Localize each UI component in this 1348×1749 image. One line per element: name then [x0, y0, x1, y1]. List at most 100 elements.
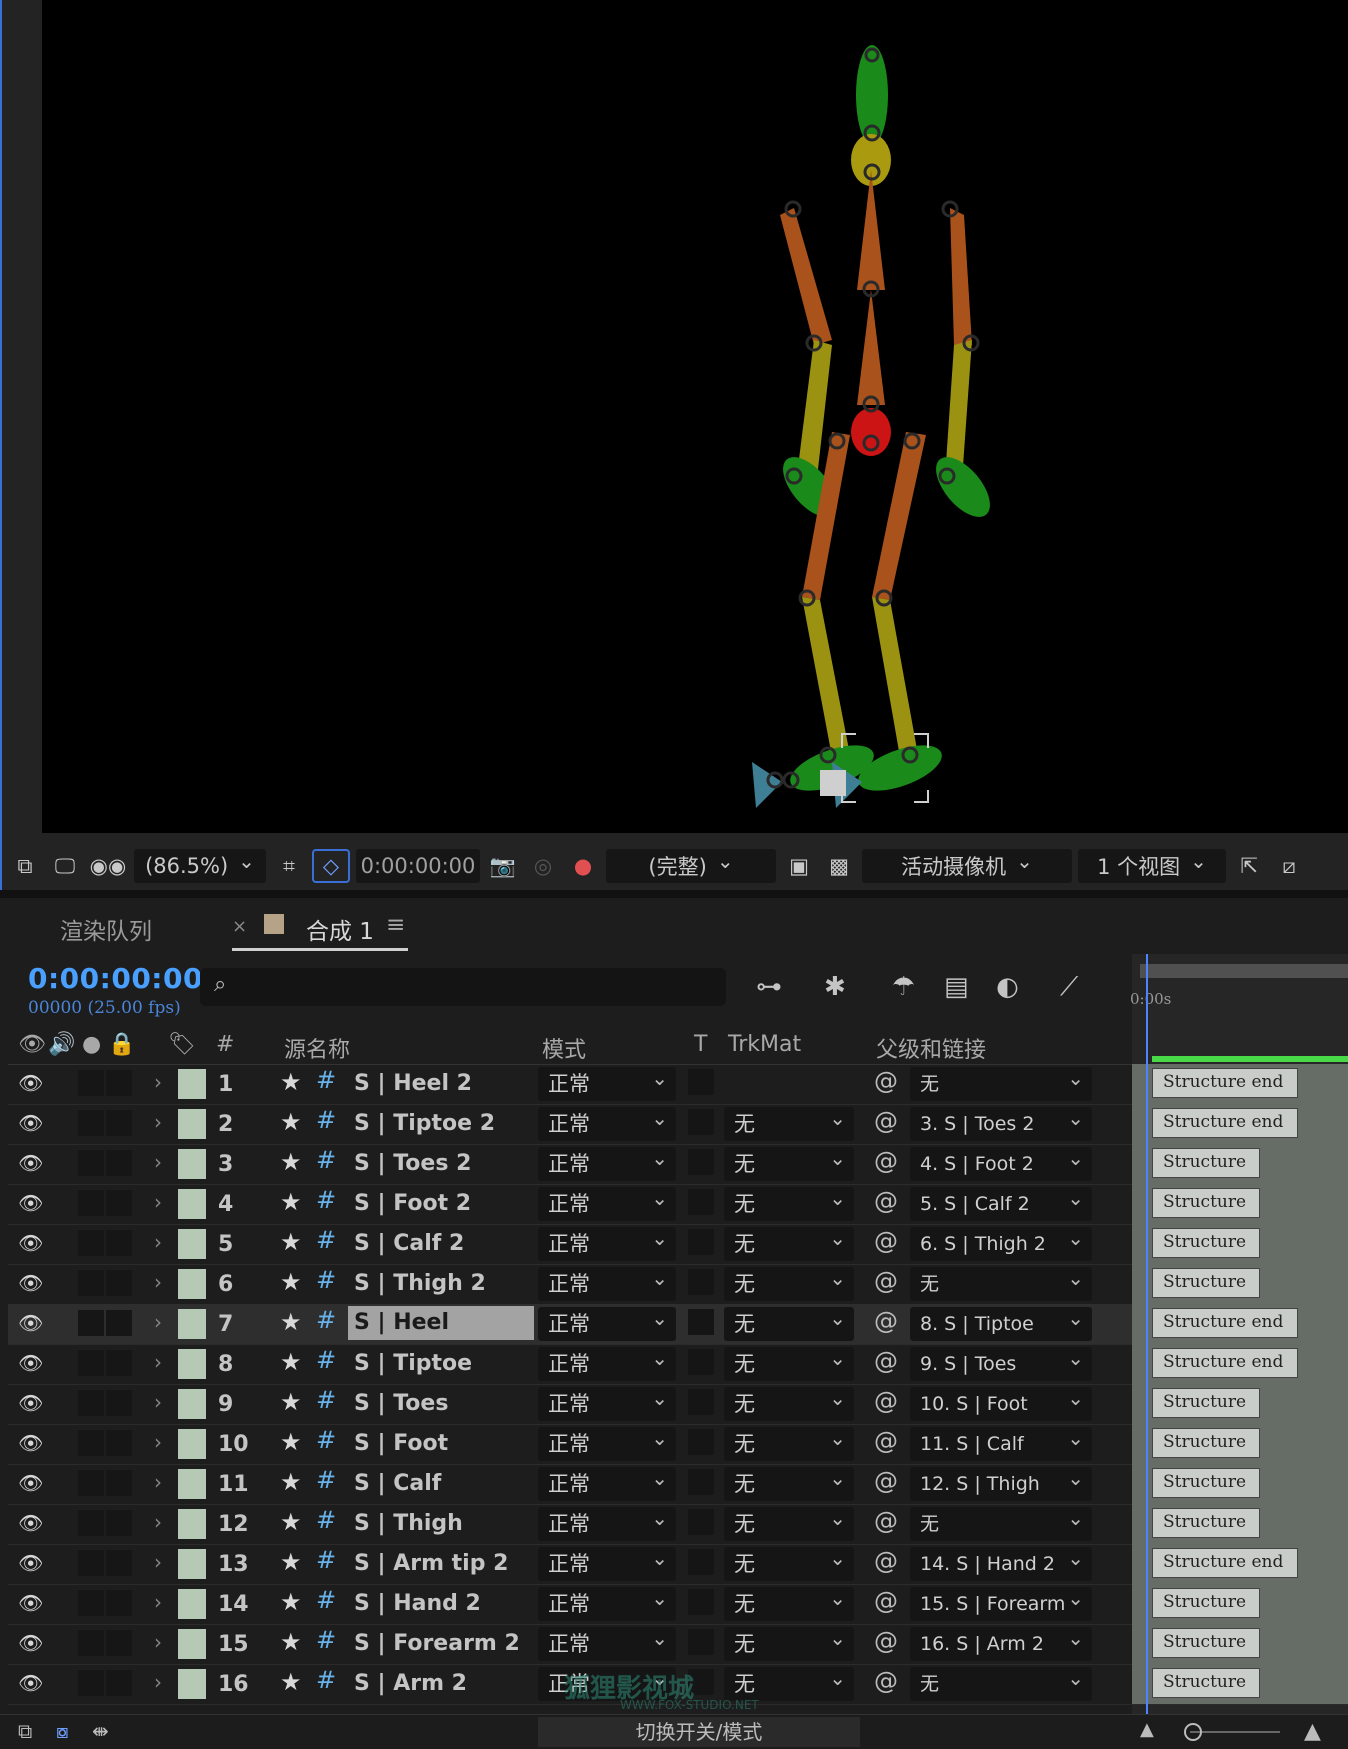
track-matte-dropdown[interactable]: 无 — [724, 1301, 854, 1341]
layer-duration-bar[interactable]: Structure end — [1132, 1544, 1348, 1585]
track-matte-dropdown[interactable]: 无 — [724, 1661, 854, 1701]
parent-dropdown[interactable]: 10. S | Foot — [910, 1381, 1092, 1421]
pick-whip-icon[interactable]: @ — [874, 1507, 898, 1535]
lock-toggle[interactable] — [106, 1230, 132, 1256]
lock-toggle[interactable] — [106, 1190, 132, 1216]
layer-duration-bar[interactable]: Structure — [1132, 1624, 1348, 1665]
blend-mode-dropdown[interactable]: 正常 — [538, 1461, 676, 1501]
label-color-swatch[interactable] — [178, 1269, 206, 1299]
layer-duration-bar[interactable]: Structure — [1132, 1384, 1348, 1425]
lock-toggle[interactable] — [106, 1470, 132, 1496]
viewer-timecode[interactable]: 0:00:00:00 — [356, 849, 480, 883]
star-icon[interactable]: ★ — [280, 1628, 302, 1656]
preserve-transparency-header[interactable]: T — [694, 1032, 707, 1057]
eye-icon[interactable]: 👁 — [18, 1111, 43, 1135]
layer-marker-label[interactable]: Structure — [1152, 1508, 1260, 1538]
track-matte-dropdown[interactable]: 无 — [724, 1621, 854, 1661]
channel-rgb-icon[interactable]: ● — [566, 849, 600, 883]
eye-icon[interactable]: 👁 — [18, 1231, 43, 1255]
layer-marker-label[interactable]: Structure — [1152, 1628, 1260, 1658]
solo-toggle[interactable] — [78, 1510, 104, 1536]
layer-name[interactable]: S | Tiptoe — [354, 1351, 472, 1376]
track-matte-dropdown[interactable]: 无 — [724, 1381, 854, 1421]
pick-whip-icon[interactable]: @ — [874, 1547, 898, 1575]
layer-duration-bar[interactable]: Structure — [1132, 1664, 1348, 1705]
preserve-transparency-toggle[interactable] — [688, 1229, 714, 1255]
layer-name[interactable]: S | Tiptoe 2 — [354, 1111, 495, 1136]
eye-icon[interactable]: 👁 — [18, 1151, 43, 1175]
layer-duration-bar[interactable]: Structure end — [1132, 1304, 1348, 1345]
layer-name[interactable]: S | Hand 2 — [354, 1591, 481, 1616]
chevron-right-icon[interactable]: › — [154, 1630, 162, 1654]
zoom-dropdown[interactable]: (86.5%) — [134, 849, 266, 883]
track-matte-dropdown[interactable]: 无 — [724, 1341, 854, 1381]
track-matte-header[interactable]: TrkMat — [728, 1032, 801, 1057]
pick-whip-icon[interactable]: @ — [874, 1587, 898, 1615]
pick-whip-icon[interactable]: @ — [874, 1227, 898, 1255]
mode-header[interactable]: 模式 — [542, 1032, 586, 1064]
preserve-transparency-toggle[interactable] — [688, 1149, 714, 1175]
star-icon[interactable]: ★ — [280, 1588, 302, 1616]
layer-marker-label[interactable]: Structure end — [1152, 1348, 1298, 1378]
layer-number-header[interactable]: # — [216, 1032, 234, 1057]
layer-duration-bar[interactable]: Structure — [1132, 1224, 1348, 1265]
layer-duration-bar[interactable]: Structure end — [1132, 1104, 1348, 1145]
zoom-slider-track[interactable] — [1190, 1731, 1280, 1733]
label-color-swatch[interactable] — [178, 1309, 206, 1339]
layer-marker-label[interactable]: Structure end — [1152, 1108, 1298, 1138]
blend-mode-dropdown[interactable]: 正常 — [538, 1341, 676, 1381]
track-matte-dropdown[interactable]: 无 — [724, 1581, 854, 1621]
solo-toggle[interactable] — [78, 1310, 104, 1336]
eye-icon[interactable]: 👁 — [18, 1591, 43, 1615]
solo-toggle[interactable] — [78, 1230, 104, 1256]
show-snapshot-icon[interactable]: ◎ — [526, 849, 560, 883]
layer-marker-label[interactable]: Structure end — [1152, 1548, 1298, 1578]
parent-dropdown[interactable]: 14. S | Hand 2 — [910, 1541, 1092, 1581]
layer-search-input[interactable]: ⌕ — [200, 968, 726, 1006]
track-matte-dropdown[interactable]: 无 — [724, 1461, 854, 1501]
lock-toggle[interactable] — [106, 1310, 132, 1336]
pick-whip-icon[interactable]: @ — [874, 1667, 898, 1695]
label-color-swatch[interactable] — [178, 1589, 206, 1619]
parent-dropdown[interactable]: 9. S | Toes — [910, 1341, 1092, 1381]
label-color-swatch[interactable] — [178, 1189, 206, 1219]
toggle-pixel-aspect-icon[interactable]: ⇱ — [1232, 849, 1266, 883]
blend-mode-dropdown[interactable]: 正常 — [538, 1101, 676, 1141]
preserve-transparency-toggle[interactable] — [688, 1349, 714, 1375]
label-color-swatch[interactable] — [178, 1429, 206, 1459]
solo-toggle[interactable] — [78, 1590, 104, 1616]
layer-row[interactable]: 👁 › 11 ★ # S | Calf 正常 无 @12. S | Thigh — [8, 1461, 1132, 1505]
blend-mode-dropdown[interactable]: 正常 — [538, 1381, 676, 1421]
layer-row[interactable]: 👁 › 3 ★ # S | Toes 2 正常 无 @4. S | Foot 2 — [8, 1141, 1132, 1185]
mask-visibility-icon[interactable]: ◇ — [312, 849, 350, 883]
label-color-swatch[interactable] — [178, 1069, 206, 1099]
layer-row[interactable]: 👁 › 10 ★ # S | Foot 正常 无 @11. S | Calf — [8, 1421, 1132, 1465]
layer-marker-label[interactable]: Structure — [1152, 1428, 1260, 1458]
pick-whip-icon[interactable]: @ — [874, 1107, 898, 1135]
layer-row[interactable]: 👁 › 15 ★ # S | Forearm 2 正常 无 @16. S | Arm 2 — [8, 1621, 1132, 1665]
track-matte-dropdown[interactable]: 无 — [724, 1141, 854, 1181]
parent-link-header[interactable]: 父级和链接 — [876, 1032, 986, 1064]
chevron-right-icon[interactable]: › — [154, 1070, 162, 1094]
star-icon[interactable]: ★ — [280, 1428, 302, 1456]
tab-render-queue[interactable]: 渲染队列 — [60, 912, 152, 946]
solo-toggle[interactable] — [78, 1550, 104, 1576]
track-matte-dropdown[interactable]: 无 — [724, 1421, 854, 1461]
layer-switches-icon[interactable]: ⧉ — [18, 1719, 32, 1743]
current-time-display[interactable]: 0:00:00:00 — [28, 962, 203, 995]
composition-canvas[interactable] — [42, 0, 1348, 833]
eye-icon[interactable]: 👁 — [18, 1431, 43, 1455]
region-of-interest-icon[interactable]: ▣ — [782, 849, 816, 883]
resolution-dropdown[interactable]: (完整) — [606, 849, 776, 883]
lock-toggle[interactable] — [106, 1510, 132, 1536]
layer-marker-label[interactable]: Structure end — [1152, 1308, 1298, 1338]
layer-name[interactable]: S | Heel 2 — [354, 1071, 472, 1096]
label-color-swatch[interactable] — [178, 1549, 206, 1579]
label-color-swatch[interactable] — [178, 1629, 206, 1659]
chevron-right-icon[interactable]: › — [154, 1230, 162, 1254]
parent-dropdown[interactable]: 无 — [910, 1661, 1092, 1701]
graph-editor-icon[interactable]: ⟋ — [1060, 972, 1078, 1003]
chevron-right-icon[interactable]: › — [154, 1430, 162, 1454]
eye-icon[interactable]: 👁 — [18, 1511, 43, 1535]
audio-switch-header-icon[interactable]: 🔊 — [48, 1032, 75, 1057]
